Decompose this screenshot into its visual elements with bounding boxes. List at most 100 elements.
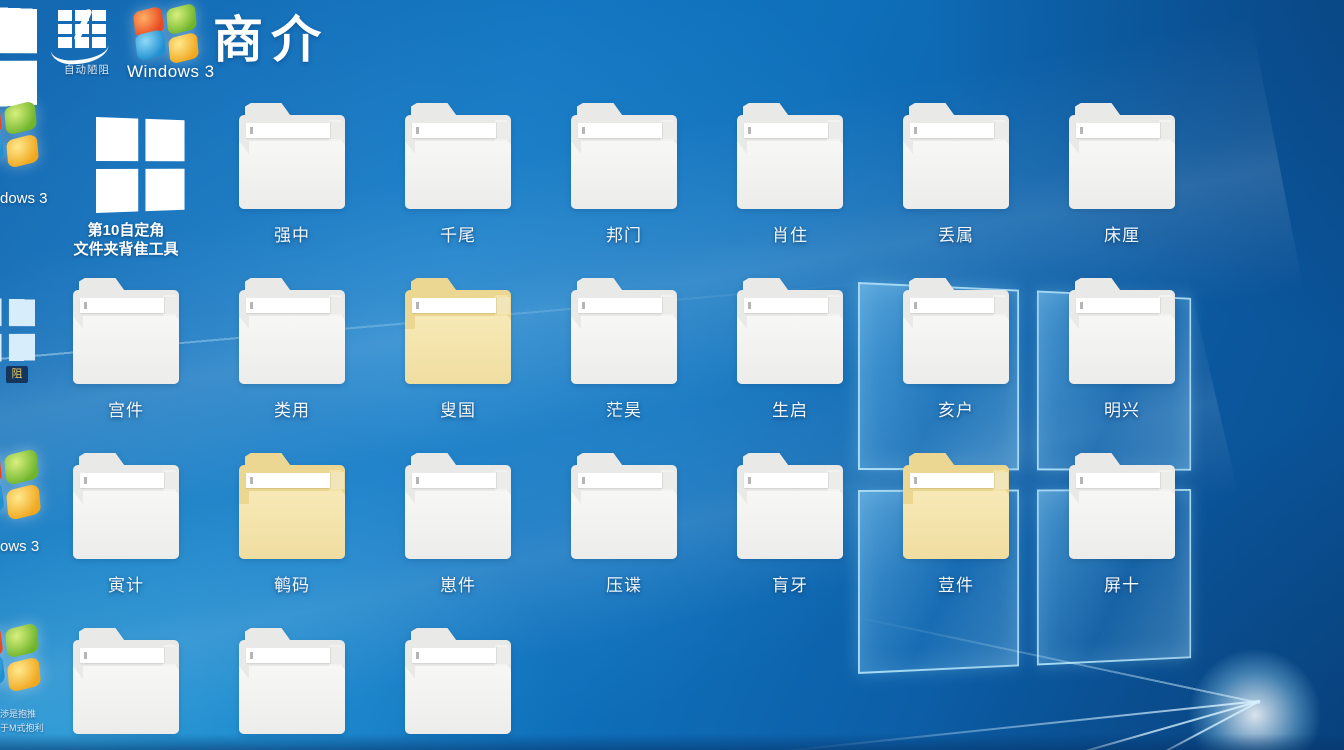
light-ray [588, 700, 1260, 750]
folder-icon[interactable]: 生启 [734, 278, 846, 392]
folder-search-bar [744, 473, 828, 488]
rail-windows7-icon[interactable] [0, 452, 40, 520]
folder-icon[interactable]: 肖住 [734, 103, 846, 217]
flag-pane-blue [0, 130, 5, 166]
grid-app-icon[interactable] [54, 10, 110, 56]
folder-front [239, 491, 345, 559]
folder-front [405, 666, 511, 734]
win10-tool-label: 第10自定角 文件夹背隹工具 [36, 221, 216, 259]
folder-icon[interactable]: 明兴 [1066, 278, 1178, 392]
folder-label: 压谍 [541, 571, 707, 596]
folder-label: 宫件 [43, 396, 209, 421]
tool-label-line2: 文件夹背隹工具 [36, 240, 216, 259]
folder-search-button [164, 472, 178, 489]
folder-front [73, 491, 179, 559]
folder-front [903, 316, 1009, 384]
folder-icon[interactable]: 强中 [236, 103, 348, 217]
folder-label: 茫昊 [541, 396, 707, 421]
folder-search-button [662, 122, 676, 139]
folder-icon[interactable]: 邦门 [568, 103, 680, 217]
flag-pane [9, 299, 35, 326]
flag-pane [0, 334, 2, 362]
flag-pane-yellow [6, 483, 41, 521]
flag-pane-green [4, 100, 37, 136]
flag-pane-blue [0, 653, 6, 690]
windows-wordmark: Windows 3 [127, 62, 215, 82]
folder-front [73, 666, 179, 734]
folder-icon[interactable]: 床厘 [1066, 103, 1178, 217]
folder-label: 叟国 [375, 396, 541, 421]
folder-search-bar [246, 298, 330, 313]
folder-search-button [994, 472, 1008, 489]
win10-tool-icon[interactable] [96, 117, 185, 213]
flag-pane [0, 61, 37, 107]
folder-icon[interactable]: 叟国 [402, 278, 514, 392]
folder-icon[interactable]: 崽件 [402, 453, 514, 567]
flag-pane-yellow [168, 32, 199, 65]
folder-front [737, 491, 843, 559]
folder-front [1069, 316, 1175, 384]
flag-pane [145, 119, 184, 161]
folder-icon[interactable] [402, 628, 514, 742]
folder-icon[interactable]: 茫昊 [568, 278, 680, 392]
folder-label: 床厘 [1039, 221, 1205, 246]
folder-search-button [330, 647, 344, 664]
folder-search-button [828, 122, 842, 139]
desktop[interactable]: 自动陋阻 Windows 3 商介 第10自定角 文件夹背隹工具 dows 3 … [0, 0, 1344, 750]
folder-search-bar [1076, 298, 1160, 313]
folder-search-button [164, 647, 178, 664]
folder-label: 类用 [209, 396, 375, 421]
folder-icon[interactable]: 荳件 [900, 453, 1012, 567]
folder-label: 肖住 [707, 221, 873, 246]
folder-icon[interactable]: 亥户 [900, 278, 1012, 392]
folder-label: 丢属 [873, 221, 1039, 246]
folder-icon[interactable] [236, 628, 348, 742]
folder-search-bar [246, 473, 330, 488]
rail-windows7-icon[interactable] [0, 626, 40, 692]
folder-icon[interactable]: 千尾 [402, 103, 514, 217]
folder-search-bar [910, 123, 994, 138]
folder-search-button [994, 122, 1008, 139]
folder-front [405, 316, 511, 384]
folder-icon[interactable] [70, 628, 182, 742]
folder-label: 鹌码 [209, 571, 375, 596]
folder-search-button [496, 297, 510, 314]
flag-pane-green [5, 622, 39, 659]
folder-front [571, 141, 677, 209]
folder-search-button [164, 297, 178, 314]
rail-windows7-icon[interactable] [0, 104, 38, 168]
flag-pane-yellow [7, 656, 41, 693]
folder-icon[interactable]: 寅计 [70, 453, 182, 567]
folder-label: 明兴 [1039, 396, 1205, 421]
rail-badge: 阻 [6, 366, 28, 383]
folder-label: 生启 [707, 396, 873, 421]
flag-pane-red [0, 451, 3, 489]
folder-front [405, 491, 511, 559]
folder-icon[interactable]: 屏十 [1066, 453, 1178, 567]
folder-icon[interactable]: 肓牙 [734, 453, 846, 567]
folder-icon[interactable]: 丢属 [900, 103, 1012, 217]
folder-search-button [330, 297, 344, 314]
folder-search-button [496, 472, 510, 489]
folder-front [571, 316, 677, 384]
flag-pane [96, 169, 138, 213]
folder-label: 崽件 [375, 571, 541, 596]
tool-label-line1: 第10自定角 [36, 221, 216, 240]
folder-search-button [496, 647, 510, 664]
folder-icon[interactable]: 宫件 [70, 278, 182, 392]
folder-icon[interactable]: 类用 [236, 278, 348, 392]
folder-search-button [994, 297, 1008, 314]
rail-flat-flag-icon[interactable] [0, 298, 35, 362]
flag-pane-green [4, 448, 39, 486]
folder-front [903, 491, 1009, 559]
windows-flag-icon[interactable] [0, 5, 37, 109]
folder-search-bar [1076, 123, 1160, 138]
folder-front [239, 316, 345, 384]
rail-tiny-label: 于M式抱利 [0, 722, 44, 734]
folder-label: 肓牙 [707, 571, 873, 596]
rail-windows-wordmark: dows 3 [0, 190, 48, 207]
folder-search-bar [80, 473, 164, 488]
windows7-logo-icon[interactable] [134, 6, 198, 64]
folder-icon[interactable]: 压谍 [568, 453, 680, 567]
folder-icon[interactable]: 鹌码 [236, 453, 348, 567]
